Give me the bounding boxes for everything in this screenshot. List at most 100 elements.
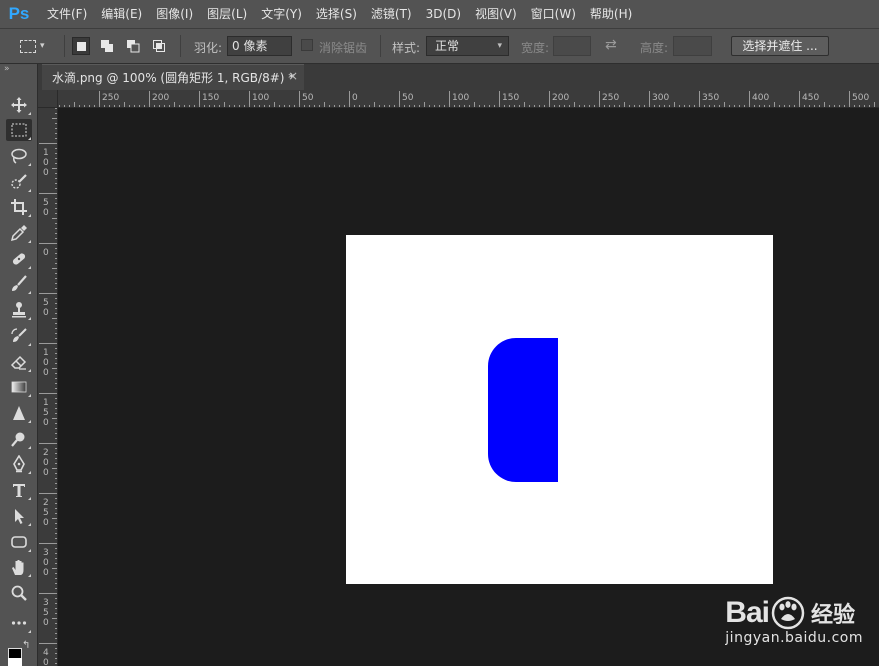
ruler-label: 200 bbox=[552, 93, 569, 103]
vertical-ruler[interactable]: 10050050100150200250300350400 bbox=[38, 108, 58, 666]
height-label: 高度: bbox=[640, 41, 669, 55]
ruler-label: 5 bbox=[43, 508, 49, 518]
type-tool[interactable] bbox=[6, 479, 32, 501]
menu-3d[interactable]: 3D(D) bbox=[419, 0, 468, 28]
height-input[interactable] bbox=[673, 36, 712, 56]
swap-colors-icon[interactable]: ↰ bbox=[22, 640, 30, 651]
hand-tool[interactable] bbox=[6, 556, 32, 578]
photoshop-logo[interactable]: Ps bbox=[0, 0, 38, 28]
move-tool[interactable] bbox=[6, 94, 32, 116]
brush-tool[interactable] bbox=[6, 273, 32, 295]
rounded-rectangle-shape[interactable] bbox=[488, 338, 558, 482]
clone-stamp-tool[interactable] bbox=[6, 299, 32, 321]
horizontal-ruler-ticks: 250 200 150 100 50 0 50 100 150 200 250 300 350 400 45… bbox=[59, 91, 875, 107]
background-color-swatch[interactable] bbox=[8, 658, 22, 666]
hand-icon bbox=[12, 560, 24, 575]
swap-dimensions-icon[interactable]: ⇄ bbox=[605, 37, 617, 53]
blur-icon bbox=[13, 406, 25, 420]
ruler-label: 0 bbox=[43, 248, 49, 258]
more-tools-button[interactable] bbox=[6, 612, 32, 634]
ruler-label: 1 bbox=[43, 148, 49, 158]
ruler-label: 350 bbox=[702, 93, 719, 103]
quick-select-tool[interactable] bbox=[6, 171, 32, 193]
eraser-tool[interactable] bbox=[6, 351, 32, 373]
menu-view[interactable]: 视图(V) bbox=[468, 0, 524, 28]
subtract-selection-icon bbox=[127, 40, 140, 53]
ruler-label: 2 bbox=[43, 498, 49, 508]
ruler-label: 0 bbox=[43, 658, 49, 666]
ruler-label: 250 bbox=[102, 93, 119, 103]
move-icon bbox=[11, 97, 27, 113]
gradient-tool[interactable] bbox=[6, 376, 32, 398]
ruler-label: 0 bbox=[43, 458, 49, 468]
watermark-url: jingyan.baidu.com bbox=[725, 630, 863, 646]
ruler-label: 150 bbox=[502, 93, 519, 103]
style-select[interactable]: 正常 ▾ bbox=[426, 36, 509, 56]
menu-image[interactable]: 图像(I) bbox=[149, 0, 200, 28]
type-icon bbox=[13, 484, 25, 497]
width-input[interactable] bbox=[553, 36, 591, 56]
ruler-label: 100 bbox=[452, 93, 469, 103]
ruler-label: 1 bbox=[43, 398, 49, 408]
eyedropper-tool[interactable] bbox=[6, 222, 32, 244]
menu-type[interactable]: 文字(Y) bbox=[254, 0, 309, 28]
menu-items: 文件(F) 编辑(E) 图像(I) 图层(L) 文字(Y) 选择(S) 滤镜(T… bbox=[40, 0, 639, 28]
close-icon[interactable]: × bbox=[288, 69, 298, 83]
quick-select-icon bbox=[11, 174, 27, 189]
tool-preset-picker[interactable]: ▾ bbox=[20, 37, 56, 55]
document-tab[interactable]: 水滴.png @ 100% (圆角矩形 1, RGB/8#) * × bbox=[42, 64, 304, 90]
menu-edit[interactable]: 编辑(E) bbox=[94, 0, 149, 28]
antialias-checkbox[interactable] bbox=[301, 39, 313, 51]
ruler-label: 0 bbox=[43, 468, 49, 478]
zoom-tool[interactable] bbox=[6, 582, 32, 604]
document-canvas[interactable] bbox=[346, 235, 773, 584]
baidu-logo: Bai 经验 bbox=[725, 596, 863, 630]
lasso-tool[interactable] bbox=[6, 145, 32, 167]
baidu-paw-icon bbox=[771, 596, 805, 630]
new-selection-icon bbox=[76, 41, 86, 51]
horizontal-ruler[interactable]: 250 200 150 100 50 0 50 100 150 200 250 300 350 400 45… bbox=[58, 90, 879, 108]
menu-filter[interactable]: 滤镜(T) bbox=[364, 0, 419, 28]
healing-brush-icon bbox=[12, 253, 26, 265]
pen-tool[interactable] bbox=[6, 453, 32, 475]
watermark-brand: Bai bbox=[725, 596, 770, 629]
rect-marquee-tool[interactable] bbox=[6, 119, 32, 141]
ruler-label: 0 bbox=[43, 368, 49, 378]
style-value: 正常 bbox=[435, 39, 460, 53]
ruler-label: 0 bbox=[43, 518, 49, 528]
ruler-origin[interactable] bbox=[38, 90, 58, 108]
ruler-label: 500 bbox=[852, 93, 869, 103]
add-to-selection-button[interactable] bbox=[98, 37, 116, 55]
dodge-tool[interactable] bbox=[6, 428, 32, 450]
rounded-rect-icon bbox=[11, 536, 27, 548]
ruler-label: 0 bbox=[43, 618, 49, 628]
menu-select[interactable]: 选择(S) bbox=[309, 0, 364, 28]
baidu-watermark: Bai 经验 jingyan.baidu.com bbox=[725, 596, 863, 646]
feather-input[interactable]: 0 像素 bbox=[227, 36, 292, 56]
blur-tool[interactable] bbox=[6, 402, 32, 424]
new-selection-button[interactable] bbox=[72, 37, 90, 55]
add-selection-icon bbox=[101, 40, 113, 52]
eraser-icon bbox=[10, 355, 27, 370]
separator bbox=[64, 35, 65, 57]
intersect-selection-button[interactable] bbox=[150, 37, 168, 55]
history-brush-icon bbox=[11, 328, 27, 342]
menu-layer[interactable]: 图层(L) bbox=[200, 0, 254, 28]
history-brush-tool[interactable] bbox=[6, 325, 32, 347]
healing-brush-tool[interactable] bbox=[6, 248, 32, 270]
menu-file[interactable]: 文件(F) bbox=[40, 0, 94, 28]
separator bbox=[180, 35, 181, 57]
subtract-from-selection-button[interactable] bbox=[124, 37, 142, 55]
ruler-label: 0 bbox=[43, 168, 49, 178]
options-bar: ▾ 羽化: 0 像素 消除锯齿 样式: 正常 ▾ 宽度: ⇄ 高度: 选择并遮住… bbox=[0, 28, 879, 64]
select-and-mask-button[interactable]: 选择并遮住 ... bbox=[731, 36, 829, 56]
ruler-label: 450 bbox=[802, 93, 819, 103]
crop-tool[interactable] bbox=[6, 196, 32, 218]
menu-help[interactable]: 帮助(H) bbox=[583, 0, 639, 28]
path-select-tool[interactable] bbox=[6, 505, 32, 527]
menu-window[interactable]: 窗口(W) bbox=[524, 0, 583, 28]
collapse-panel-icon[interactable]: » bbox=[4, 64, 9, 74]
rounded-rect-tool[interactable] bbox=[6, 531, 32, 553]
ruler-label: 0 bbox=[43, 158, 49, 168]
ruler-label: 0 bbox=[43, 568, 49, 578]
